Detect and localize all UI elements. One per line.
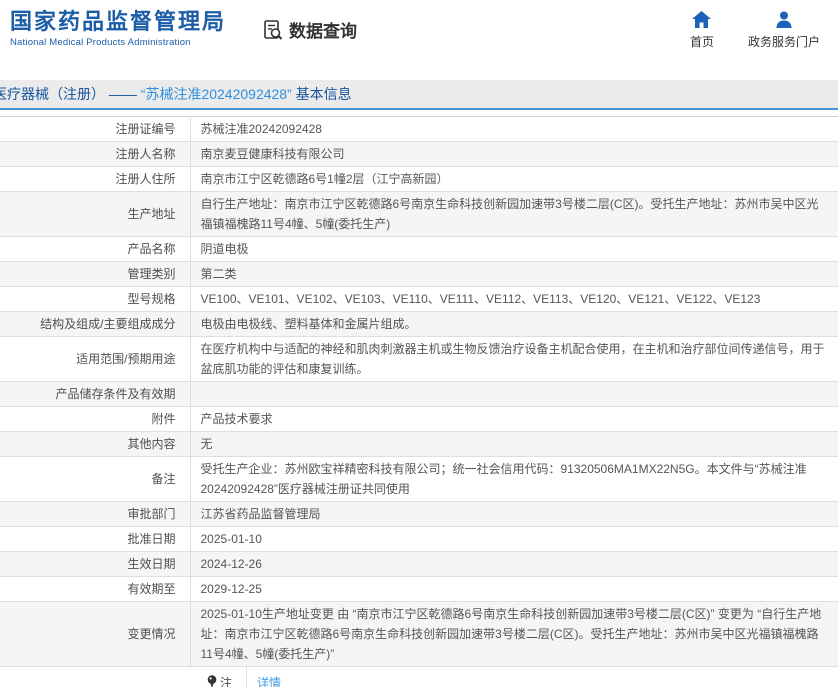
table-row: 产品储存条件及有效期 (0, 382, 838, 407)
row-value: 南京市江宁区乾德路6号1幢2层（江宁高新园） (190, 167, 838, 192)
row-value: 受托生产企业：苏州欧宝祥精密科技有限公司；统一社会信用代码：91320506MA… (190, 457, 838, 502)
row-value: 阴道电极 (190, 237, 838, 262)
table-row: 产品名称阴道电极 (0, 237, 838, 262)
note-row: 注 详情 (0, 667, 838, 687)
table-row: 注册证编号苏械注准20242092428 (0, 117, 838, 142)
table-row: 型号规格VE100、VE101、VE102、VE103、VE110、VE111、… (0, 287, 838, 312)
row-value: 苏械注准20242092428 (190, 117, 838, 142)
row-value: 第二类 (190, 262, 838, 287)
table-row: 备注受托生产企业：苏州欧宝祥精密科技有限公司；统一社会信用代码：91320506… (0, 457, 838, 502)
row-value: 南京麦豆健康科技有限公司 (190, 142, 838, 167)
note-label-cell: 注 (0, 667, 247, 687)
row-label: 结构及组成/主要组成成分 (0, 312, 190, 337)
logo-title: 国家药品监督管理局 (10, 9, 226, 35)
table-row: 其他内容无 (0, 432, 838, 457)
row-value: 在医疗机构中与适配的神经和肌肉刺激器主机或生物反馈治疗设备主机配合使用，在主机和… (190, 337, 838, 382)
row-label: 产品储存条件及有效期 (0, 382, 190, 407)
table-row: 附件产品技术要求 (0, 407, 838, 432)
page-title-prefix: 医疗器械（注册） —— (0, 86, 141, 102)
row-label: 审批部门 (0, 502, 190, 527)
page-title-registration-number: “苏械注准20242092428” (141, 86, 292, 102)
table-row: 生效日期2024-12-26 (0, 552, 838, 577)
portal-link[interactable]: 政务服务门户 (748, 11, 820, 50)
table-row: 结构及组成/主要组成成分电极由电极线、塑料基体和金属片组成。 (0, 312, 838, 337)
row-value: 2029-12-25 (190, 577, 838, 602)
table-row: 变更情况2025-01-10生产地址变更 由 “南京市江宁区乾德路6号南京生命科… (0, 602, 838, 667)
row-label: 批准日期 (0, 527, 190, 552)
row-label: 备注 (0, 457, 190, 502)
table-row: 审批部门江苏省药品监督管理局 (0, 502, 838, 527)
table-row: 适用范围/预期用途在医疗机构中与适配的神经和肌肉刺激器主机或生物反馈治疗设备主机… (0, 337, 838, 382)
page-title-suffix: 基本信息 (292, 86, 352, 102)
table-row: 注册人名称南京麦豆健康科技有限公司 (0, 142, 838, 167)
page-header: 国家药品监督管理局 National Medical Products Admi… (0, 0, 838, 62)
row-label: 附件 (0, 407, 190, 432)
row-label: 变更情况 (0, 602, 190, 667)
table-row: 注册人住所南京市江宁区乾德路6号1幢2层（江宁高新园） (0, 167, 838, 192)
row-value: 电极由电极线、塑料基体和金属片组成。 (190, 312, 838, 337)
nav-query-label: 数据查询 (289, 17, 357, 42)
nav-data-query[interactable]: 数据查询 (262, 17, 357, 42)
logo-subtitle: National Medical Products Administration (10, 37, 226, 48)
row-value: 自行生产地址：南京市江宁区乾德路6号南京生命科技创新园加速带3号楼二层(C区)。… (190, 192, 838, 237)
table-row: 批准日期2025-01-10 (0, 527, 838, 552)
top-links: 首页 政务服务门户 (690, 11, 820, 50)
row-value: 无 (190, 432, 838, 457)
detail-link[interactable]: 详情 (257, 674, 281, 687)
person-icon (775, 11, 793, 28)
pin-icon (207, 675, 217, 687)
row-label: 注册人住所 (0, 167, 190, 192)
page-title: 医疗器械（注册） —— “苏械注准20242092428” 基本信息 (0, 84, 352, 104)
registration-info-table: 注册证编号苏械注准20242092428注册人名称南京麦豆健康科技有限公司注册人… (0, 116, 838, 667)
note-value-cell: 详情 (247, 667, 838, 687)
table-row: 生产地址自行生产地址：南京市江宁区乾德路6号南京生命科技创新园加速带3号楼二层(… (0, 192, 838, 237)
row-label: 注册证编号 (0, 117, 190, 142)
row-label: 产品名称 (0, 237, 190, 262)
row-value (190, 382, 838, 407)
row-label: 注册人名称 (0, 142, 190, 167)
row-value: 产品技术要求 (190, 407, 838, 432)
note-label: 注 (220, 674, 232, 687)
home-link-label: 首页 (690, 33, 714, 50)
section-title-bar: 医疗器械（注册） —— “苏械注准20242092428” 基本信息 (0, 80, 838, 110)
row-label: 适用范围/预期用途 (0, 337, 190, 382)
home-link[interactable]: 首页 (690, 11, 714, 50)
portal-link-label: 政务服务门户 (748, 33, 820, 50)
info-table-body: 注册证编号苏械注准20242092428注册人名称南京麦豆健康科技有限公司注册人… (0, 117, 838, 667)
nmpa-logo: 国家药品监督管理局 National Medical Products Admi… (10, 9, 226, 48)
home-icon (692, 11, 711, 28)
document-search-icon (262, 19, 284, 41)
row-label: 型号规格 (0, 287, 190, 312)
row-value: 江苏省药品监督管理局 (190, 502, 838, 527)
row-value: 2025-01-10生产地址变更 由 “南京市江宁区乾德路6号南京生命科技创新园… (190, 602, 838, 667)
row-label: 生产地址 (0, 192, 190, 237)
row-value: VE100、VE101、VE102、VE103、VE110、VE111、VE11… (190, 287, 838, 312)
row-label: 生效日期 (0, 552, 190, 577)
row-label: 管理类别 (0, 262, 190, 287)
table-row: 有效期至2029-12-25 (0, 577, 838, 602)
row-value: 2024-12-26 (190, 552, 838, 577)
row-label: 其他内容 (0, 432, 190, 457)
row-value: 2025-01-10 (190, 527, 838, 552)
table-row: 管理类别第二类 (0, 262, 838, 287)
row-label: 有效期至 (0, 577, 190, 602)
